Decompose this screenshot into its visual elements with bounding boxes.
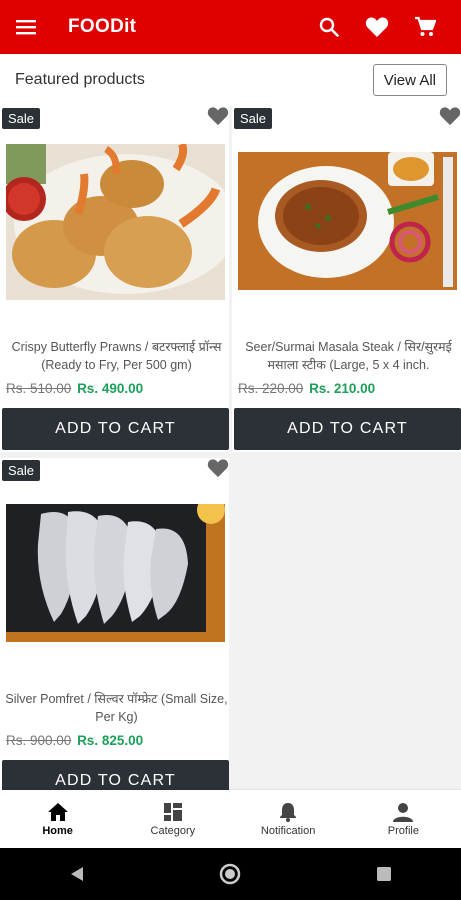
view-all-button[interactable]: View All	[372, 64, 447, 96]
tab-notification[interactable]: Notification	[231, 790, 346, 848]
old-price: Rs. 900.00	[6, 733, 72, 748]
sale-price: Rs. 490.00	[77, 381, 144, 396]
sale-badge: Sale	[2, 108, 41, 129]
category-icon	[163, 802, 182, 821]
price-row: Rs. 510.00 Rs. 490.00	[6, 381, 143, 396]
old-price: Rs. 220.00	[238, 381, 304, 396]
sale-badge: Sale	[2, 460, 41, 481]
system-navigation-bar	[0, 848, 461, 900]
heart-icon[interactable]	[353, 0, 401, 54]
tab-label: Notification	[260, 824, 316, 837]
app-bar: FOODit	[0, 0, 461, 54]
product-name[interactable]: Seer/Surmai Masala Steak / सिर/सुरमई मसा…	[236, 338, 461, 374]
tab-category[interactable]: Category	[115, 790, 230, 848]
add-to-cart-button[interactable]: ADD TO CART	[234, 408, 461, 450]
favorite-heart-icon[interactable]	[207, 106, 229, 128]
add-to-cart-button[interactable]: ADD TO CART	[2, 760, 229, 790]
tab-label: Profile	[387, 824, 419, 837]
cart-icon[interactable]	[401, 0, 449, 54]
add-to-cart-button[interactable]: ADD TO CART	[2, 408, 229, 450]
sale-price: Rs. 210.00	[309, 381, 376, 396]
product-card[interactable]: Sale Crispy Butterfly Prawns / बटरफ्लाई …	[0, 106, 229, 452]
bell-icon	[280, 802, 297, 822]
old-price: Rs. 510.00	[6, 381, 72, 396]
product-card[interactable]: Sale Seer/Surmai Masala Steak / सिर/सुरम…	[232, 106, 461, 452]
recents-icon[interactable]	[354, 848, 414, 900]
tab-profile[interactable]: Profile	[346, 790, 461, 848]
product-image[interactable]	[6, 144, 225, 300]
person-icon	[393, 802, 414, 822]
featured-header: Featured products View All	[0, 54, 461, 106]
back-icon[interactable]	[47, 848, 107, 900]
tab-label: Home	[42, 824, 73, 837]
section-title: Featured products	[15, 71, 145, 88]
product-name[interactable]: Crispy Butterfly Prawns / बटरफ्लाई प्रॉन…	[4, 338, 229, 374]
tab-home[interactable]: Home	[0, 790, 115, 848]
app-title: FOODit	[68, 16, 137, 37]
menu-icon[interactable]	[16, 0, 46, 54]
search-icon[interactable]	[305, 0, 353, 54]
price-row: Rs. 220.00 Rs. 210.00	[238, 381, 375, 396]
favorite-heart-icon[interactable]	[207, 458, 229, 480]
bottom-navigation: Home Category Notification Profile	[0, 790, 461, 848]
home-icon	[47, 802, 68, 821]
product-name[interactable]: Silver Pomfret / सिल्वर पॉम्फ्रेट (Small…	[4, 690, 229, 726]
product-image[interactable]	[238, 152, 457, 290]
product-image[interactable]	[6, 504, 225, 642]
product-card[interactable]: Sale Silver Pomfret / सिल्वर पॉम्फ्रेट (…	[0, 458, 229, 790]
product-grid: Sale Crispy Butterfly Prawns / बटरफ्लाई …	[0, 106, 461, 790]
favorite-heart-icon[interactable]	[439, 106, 461, 128]
home-circle-icon[interactable]	[200, 848, 260, 900]
sale-price: Rs. 825.00	[77, 733, 144, 748]
sale-badge: Sale	[234, 108, 273, 129]
tab-label: Category	[150, 824, 196, 837]
price-row: Rs. 900.00 Rs. 825.00	[6, 733, 143, 748]
